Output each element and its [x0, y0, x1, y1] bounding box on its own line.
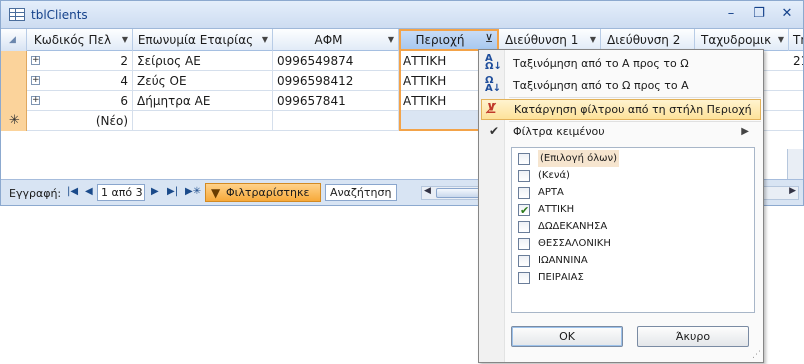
option-label: ΔΩΔΕΚΑΝΗΣΑ: [538, 221, 608, 232]
column-label: ΑΦΜ: [314, 33, 343, 47]
column-label: Ταχυδρομικ: [701, 33, 772, 47]
column-label: Διεύθυνση 1: [505, 33, 579, 47]
record-label: Εγγραφή:: [9, 187, 62, 200]
filtered-label: Φιλτραρίστηκε: [226, 186, 310, 199]
sort-za-icon: Ω Α↓: [485, 75, 502, 94]
current-record-field[interactable]: 1 από 3: [97, 184, 145, 201]
column-header-phone[interactable]: Τη: [789, 29, 803, 51]
column-header-postal[interactable]: Ταχυδρομικ ▼: [695, 29, 789, 51]
cell-afm[interactable]: 099657841: [273, 91, 399, 111]
column-header-company[interactable]: Επωνυμία Εταιρίας ▼: [133, 29, 273, 51]
column-label: Περιοχή: [415, 33, 465, 47]
column-header-address1[interactable]: Διεύθυνση 1 ▼: [499, 29, 601, 51]
column-label: Επωνυμία Εταιρίας: [137, 33, 254, 47]
option-label: ΙΩΑΝΝΙΝΑ: [538, 255, 588, 266]
next-record-icon[interactable]: ▶: [151, 186, 159, 197]
record-selector[interactable]: [1, 91, 27, 111]
title-bar[interactable]: tblClients – ❐ ✕: [1, 1, 803, 29]
table-icon: [9, 8, 25, 21]
filtered-toggle-button[interactable]: ▼ Φιλτραρίστηκε: [205, 183, 321, 202]
column-header-afm[interactable]: ΑΦΜ ▼: [273, 29, 399, 51]
cell-company[interactable]: Δήμητρα ΑΕ: [133, 91, 273, 111]
column-header-id[interactable]: Κωδικός Πελ ▼: [27, 29, 133, 51]
cell-id[interactable]: 4: [27, 71, 133, 91]
option-label: (Επιλογή όλων): [538, 150, 619, 167]
cell-afm[interactable]: 0996598412: [273, 71, 399, 91]
checkbox[interactable]: [518, 238, 530, 250]
menu-separator: [509, 97, 761, 98]
minimize-icon[interactable]: –: [719, 5, 743, 25]
last-record-icon[interactable]: ▶|: [167, 186, 178, 197]
resize-grip-icon[interactable]: ⋰: [752, 350, 761, 360]
cell-new[interactable]: (Νέο): [27, 111, 133, 131]
checkbox[interactable]: [518, 187, 530, 199]
menu-icon-gutter: [479, 50, 505, 362]
column-filter-menu: Α Ω↓ Ταξινόμηση από το Α προς το Ω Ω Α↓ Τα…: [478, 49, 764, 363]
cell-company[interactable]: Σείριος ΑΕ: [133, 51, 273, 71]
sort-az-icon: Α Ω↓: [485, 53, 502, 72]
scroll-left-icon[interactable]: ◀: [424, 186, 431, 196]
checkbox[interactable]: [518, 255, 530, 267]
vertical-scrollbar[interactable]: [787, 149, 803, 179]
clear-filter-item[interactable]: ⊻̸ Κατάργηση φίλτρου από τη στήλη Περιοχ…: [481, 99, 761, 120]
menu-item-label: Κατάργηση φίλτρου από τη στήλη Περιοχή: [514, 103, 752, 116]
dropdown-arrow-icon[interactable]: ▼: [388, 29, 394, 51]
filter-value-list[interactable]: (Επιλογή όλων) (Κενά) ΑΡΤΑ ΑΤΤΙΚΗ ΔΩΔΕΚΑ…: [511, 147, 755, 313]
option-label: (Κενά): [538, 170, 570, 181]
text-filters-item[interactable]: ✔ Φίλτρα κειμένου ▶: [481, 121, 761, 142]
column-label: Τη: [793, 33, 803, 47]
option-label: ΑΤΤΙΚΗ: [538, 204, 575, 215]
menu-item-label: Φίλτρα κειμένου: [513, 125, 605, 138]
option-label: ΠΕΙΡΑΙΑΣ: [538, 272, 584, 283]
column-header-address2[interactable]: Διεύθυνση 2: [601, 29, 695, 51]
menu-item-label: Ταξινόμηση από το Ω προς το Α: [513, 79, 689, 92]
funnel-icon: ▼: [211, 186, 221, 200]
clear-filter-icon: ⊻̸: [486, 102, 497, 117]
dropdown-arrow-icon[interactable]: ▼: [778, 29, 784, 51]
cell-id[interactable]: 6: [27, 91, 133, 111]
record-selector[interactable]: ✳: [1, 111, 27, 131]
option-label: ΘΕΣΣΑΛΟΝΙΚΗ: [538, 238, 611, 249]
sort-ascending-item[interactable]: Α Ω↓ Ταξινόμηση από το Α προς το Ω: [481, 53, 761, 74]
column-label: Κωδικός Πελ: [33, 33, 112, 47]
dropdown-arrow-icon[interactable]: ▼: [590, 29, 596, 51]
checkbox[interactable]: [518, 153, 530, 165]
cell-phone-peek[interactable]: 21: [789, 51, 803, 71]
checkbox[interactable]: [518, 170, 530, 182]
filter-dropdown-icon[interactable]: ⊻: [485, 31, 493, 48]
record-selector[interactable]: [1, 51, 27, 71]
close-icon[interactable]: ✕: [775, 5, 799, 25]
ok-button[interactable]: OK: [511, 326, 623, 347]
column-header-region[interactable]: Περιοχή ⊻: [399, 29, 499, 51]
window-title: tblClients: [31, 8, 88, 22]
record-selector[interactable]: [1, 71, 27, 91]
previous-record-icon[interactable]: ◀: [85, 186, 93, 197]
column-label: Διεύθυνση 2: [607, 33, 681, 47]
cell-empty[interactable]: [273, 111, 399, 131]
scroll-right-icon[interactable]: ▶: [789, 186, 796, 196]
dropdown-arrow-icon[interactable]: ▼: [122, 29, 128, 51]
menu-item-label: Ταξινόμηση από το Α προς το Ω: [513, 57, 689, 70]
new-record-star-icon: ✳: [9, 113, 20, 128]
sort-descending-item[interactable]: Ω Α↓ Ταξινόμηση από το Ω προς το Α: [481, 75, 761, 96]
checkbox[interactable]: [518, 272, 530, 284]
cell-afm[interactable]: 0996549874: [273, 51, 399, 71]
new-record-icon[interactable]: ▶✳: [185, 186, 201, 197]
cell-company[interactable]: Ζεύς ΟΕ: [133, 71, 273, 91]
submenu-arrow-icon: ▶: [741, 126, 749, 137]
checkbox[interactable]: [518, 221, 530, 233]
first-record-icon[interactable]: |◀: [67, 186, 78, 197]
select-all-corner[interactable]: ◢: [1, 29, 27, 51]
cancel-button[interactable]: Άκυρο: [637, 326, 749, 347]
restore-icon[interactable]: ❐: [747, 5, 771, 25]
checkbox-checked[interactable]: [518, 202, 530, 219]
cell-empty[interactable]: [133, 111, 273, 131]
option-label: ΑΡΤΑ: [538, 187, 564, 198]
dropdown-arrow-icon[interactable]: ▼: [262, 29, 268, 51]
checkmark-icon: ✔: [489, 124, 500, 138]
header-row: ◢ Κωδικός Πελ ▼ Επωνυμία Εταιρίας ▼ ΑΦΜ …: [1, 29, 803, 51]
cell-id[interactable]: 2: [27, 51, 133, 71]
search-input[interactable]: Αναζήτηση: [325, 184, 397, 201]
